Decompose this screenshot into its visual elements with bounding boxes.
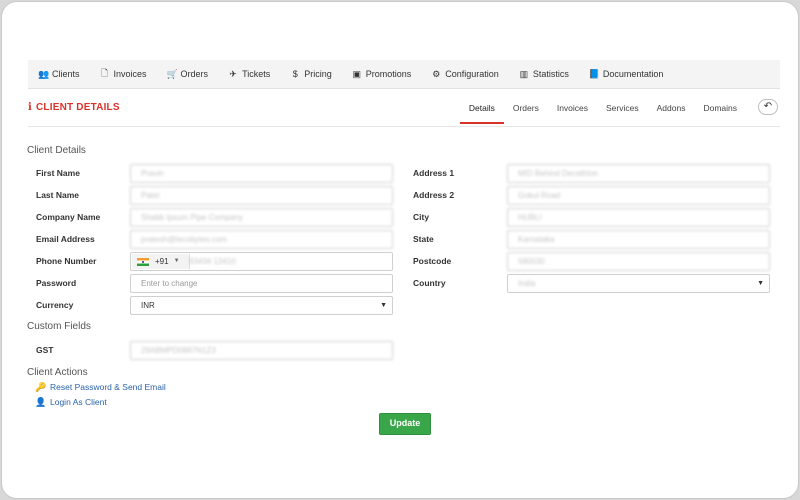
company-name-field[interactable]: Shabb Ipsum Pipe Company xyxy=(130,208,393,227)
nav-label: Orders xyxy=(180,69,209,79)
update-button[interactable]: Update xyxy=(379,413,431,435)
cogs-icon: ⚙ xyxy=(432,68,441,79)
password-label: Password xyxy=(36,278,77,288)
country-code-selector[interactable]: +91 ▼ xyxy=(132,254,190,269)
user-icon: 👤 xyxy=(35,397,47,407)
tab-services[interactable]: Services xyxy=(597,98,648,122)
info-icon: i xyxy=(28,102,32,113)
chevron-down-icon: ▼ xyxy=(173,258,180,264)
tab-invoices[interactable]: Invoices xyxy=(548,98,597,122)
state-field[interactable]: Karnataka xyxy=(507,230,770,249)
nav-label: Tickets xyxy=(242,69,271,79)
reset-password-label: Reset Password & Send Email xyxy=(50,382,166,392)
tab-addons[interactable]: Addons xyxy=(648,98,695,122)
phone-number-value: 93434 13410 xyxy=(189,257,236,266)
dollar-icon: $ xyxy=(292,69,298,79)
india-flag-icon xyxy=(137,257,149,266)
window: 👥 Clients 🗋 Invoices 🛒 Orders ✈ Tickets … xyxy=(1,1,799,499)
nav-orders[interactable]: 🛒 Orders xyxy=(157,60,219,88)
bar-chart-icon: ▥ xyxy=(519,68,529,79)
nav-documentation[interactable]: 📘 Documentation xyxy=(579,60,674,88)
back-arrow-icon: ↶ xyxy=(763,101,773,112)
tab-details[interactable]: Details xyxy=(459,98,504,124)
client-details-heading: Client Details xyxy=(27,145,86,156)
page-title-text: CLIENT DETAILS xyxy=(36,102,120,113)
address2-field[interactable]: Gokul Road xyxy=(507,186,770,205)
company-name-label: Company Name xyxy=(36,212,101,222)
back-button[interactable]: ↶ xyxy=(758,99,778,115)
postcode-label: Postcode xyxy=(413,256,452,266)
money-icon: ▣ xyxy=(352,68,361,79)
users-icon: 👥 xyxy=(38,68,50,79)
nav-clients[interactable]: 👥 Clients xyxy=(28,60,90,88)
postcode-field[interactable]: 580030 xyxy=(507,252,770,271)
nav-invoices[interactable]: 🗋 Invoices xyxy=(90,60,157,88)
nav-configuration[interactable]: ⚙ Configuration xyxy=(421,60,509,88)
currency-label: Currency xyxy=(36,300,74,310)
document-icon: 🗋 xyxy=(100,68,109,78)
phone-label: Phone Number xyxy=(36,256,97,266)
currency-select[interactable]: INR ▼ xyxy=(130,296,393,315)
login-as-client-label: Login As Client xyxy=(50,397,107,407)
nav-label: Promotions xyxy=(365,69,412,79)
first-name-label: First Name xyxy=(36,168,80,178)
last-name-label: Last Name xyxy=(36,190,79,200)
plane-icon: ✈ xyxy=(229,68,237,79)
last-name-field[interactable]: Patel xyxy=(130,186,393,205)
city-field[interactable]: HUBLI xyxy=(507,208,770,227)
caret-down-icon: ▼ xyxy=(757,280,764,287)
gst-label: GST xyxy=(36,345,54,355)
nav-promotions[interactable]: ▣ Promotions xyxy=(342,60,422,88)
city-label: City xyxy=(413,212,430,222)
book-icon: 📘 xyxy=(588,68,601,79)
first-name-field[interactable]: Pravin xyxy=(130,164,393,183)
nav-statistics[interactable]: ▥ Statistics xyxy=(509,60,579,88)
nav-label: Invoices xyxy=(113,69,147,79)
page-title: i CLIENT DETAILS xyxy=(28,102,120,113)
tab-domains[interactable]: Domains xyxy=(694,98,746,122)
phone-field[interactable]: +91 ▼ 93434 13410 xyxy=(130,252,393,271)
login-as-client-link[interactable]: 👤 Login As Client xyxy=(35,397,107,407)
password-field[interactable]: Enter to change xyxy=(130,274,393,293)
address1-label: Address 1 xyxy=(413,168,455,178)
caret-down-icon: ▼ xyxy=(380,302,387,309)
page-header: i CLIENT DETAILS Details Orders Invoices … xyxy=(28,98,780,127)
nav-tickets[interactable]: ✈ Tickets xyxy=(218,60,280,88)
client-actions-heading: Client Actions xyxy=(27,367,88,378)
address2-label: Address 2 xyxy=(413,190,455,200)
country-select[interactable]: India ▼ xyxy=(507,274,770,293)
tab-orders[interactable]: Orders xyxy=(504,98,548,122)
country-code: +91 xyxy=(155,257,169,266)
reset-password-link[interactable]: 🔑 Reset Password & Send Email xyxy=(35,382,166,392)
currency-value: INR xyxy=(141,301,155,310)
address1-field[interactable]: MID Behind Decathlon xyxy=(507,164,770,183)
nav-label: Documentation xyxy=(602,69,664,79)
sub-tabs: Details Orders Invoices Services Addons … xyxy=(459,98,746,124)
nav-pricing[interactable]: $ Pricing xyxy=(280,60,342,88)
cart-icon: 🛒 xyxy=(166,68,178,79)
state-label: State xyxy=(413,234,434,244)
nav-label: Clients xyxy=(52,69,80,79)
country-value: India xyxy=(518,279,536,288)
email-label: Email Address xyxy=(36,234,95,244)
gst-field[interactable]: 29ABMPD0887N1Z3 xyxy=(130,341,393,360)
nav-label: Statistics xyxy=(532,69,569,79)
country-label: Country xyxy=(413,278,446,288)
key-envelope-icon: 🔑 xyxy=(35,382,47,392)
top-nav: 👥 Clients 🗋 Invoices 🛒 Orders ✈ Tickets … xyxy=(28,60,780,89)
nav-label: Configuration xyxy=(445,69,499,79)
nav-label: Pricing xyxy=(304,69,332,79)
email-field[interactable]: pratesh@lecobytes.com xyxy=(130,230,393,249)
custom-fields-heading: Custom Fields xyxy=(27,321,91,332)
